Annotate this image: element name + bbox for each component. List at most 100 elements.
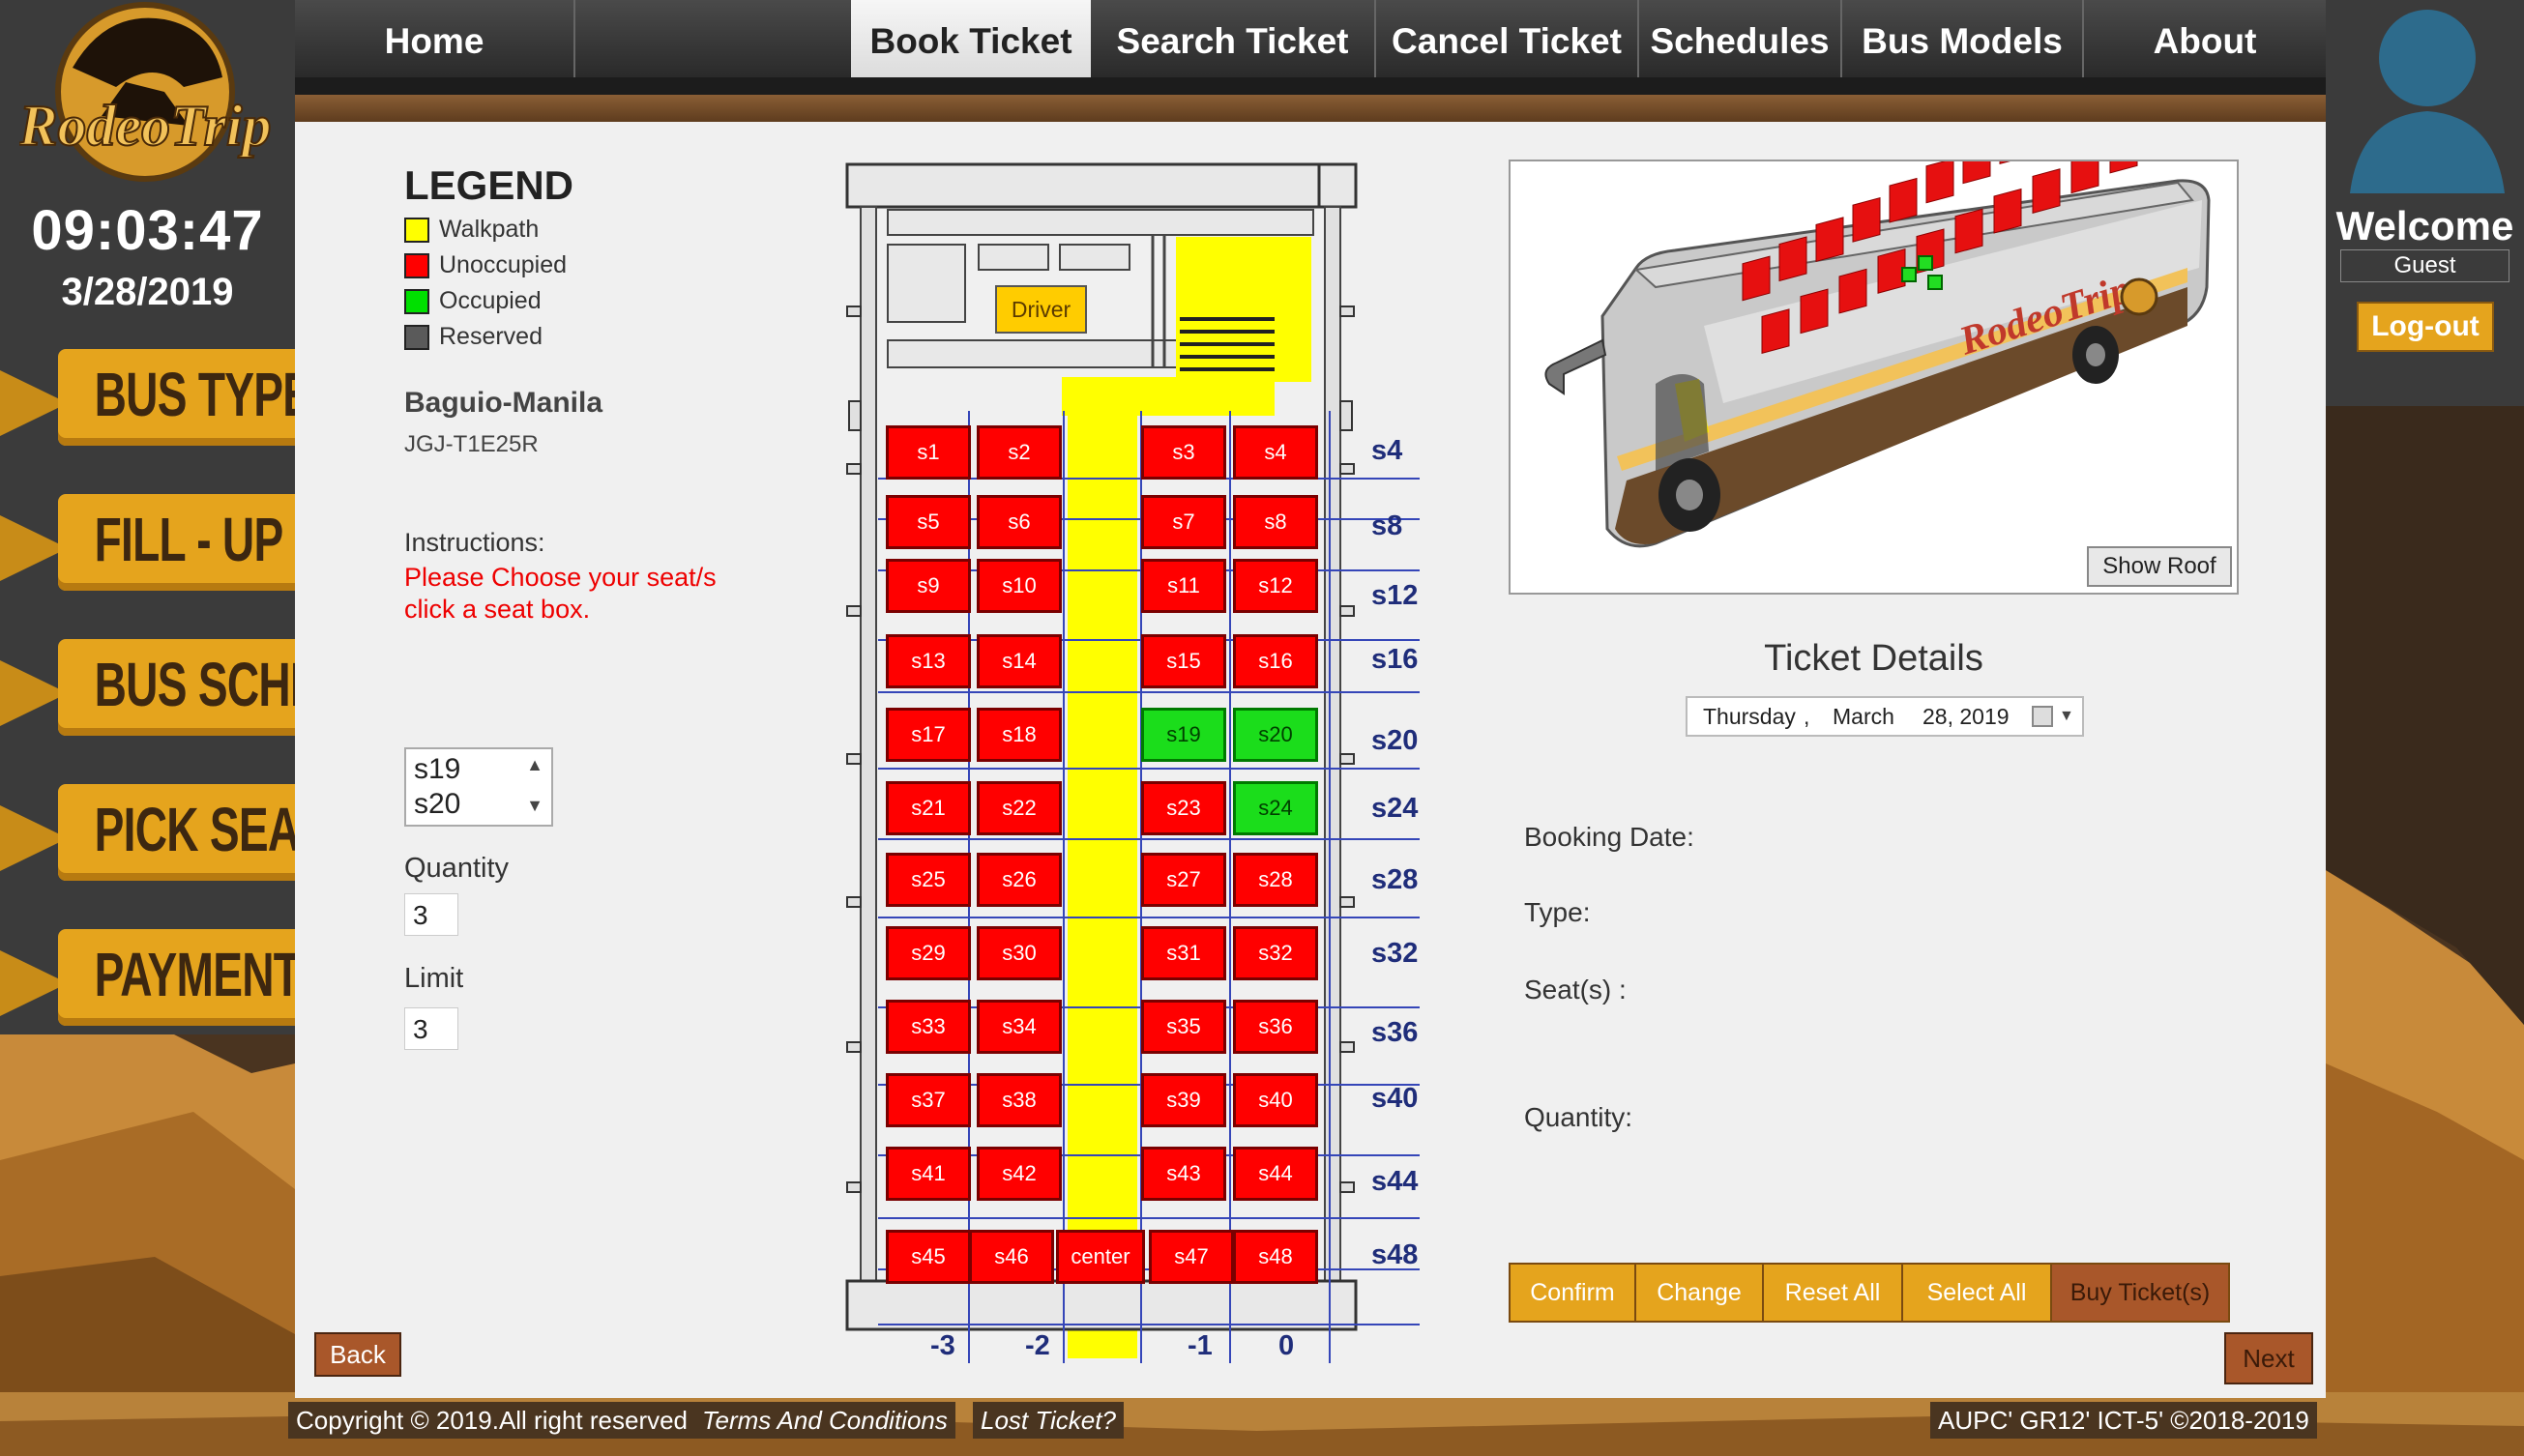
selected-seats-list[interactable]: s19 s20 ▲ ▼ <box>404 747 553 827</box>
select-all-button[interactable]: Select All <box>1901 1263 2052 1323</box>
step-fill-up[interactable]: FILL - UP <box>0 488 295 597</box>
seat-s19[interactable]: s19 <box>1141 708 1226 762</box>
nav-book-ticket[interactable]: Book Ticket <box>851 0 1091 77</box>
driver-seat: Driver <box>995 285 1087 334</box>
seat-s20[interactable]: s20 <box>1233 708 1318 762</box>
seat-s13[interactable]: s13 <box>886 634 971 688</box>
nav-about[interactable]: About <box>2084 0 2326 77</box>
show-roof-button[interactable]: Show Roof <box>2087 546 2232 587</box>
seat-s44[interactable]: s44 <box>1233 1147 1318 1201</box>
date-month[interactable]: March <box>1833 698 1894 735</box>
step-bus-type[interactable]: BUS TYPE <box>0 343 312 451</box>
seat-s26[interactable]: s26 <box>977 853 1062 907</box>
type-label: Type: <box>1524 897 1591 927</box>
seat-s12[interactable]: s12 <box>1233 559 1318 613</box>
date-day-year[interactable]: 28, 2019 <box>1922 698 2010 735</box>
user-avatar-icon <box>2350 10 2505 193</box>
scroll-up-icon[interactable]: ▲ <box>526 755 543 775</box>
list-item[interactable]: s20 <box>414 788 460 821</box>
seat-s14[interactable]: s14 <box>977 634 1062 688</box>
reset-all-button[interactable]: Reset All <box>1762 1263 1903 1323</box>
bus-emblem-icon <box>2120 277 2158 316</box>
step-bus-sched[interactable]: BUS SCHED. <box>0 633 363 742</box>
seat-s35[interactable]: s35 <box>1141 1000 1226 1054</box>
credit-text: AUPC' GR12' ICT-5' ©2018-2019 <box>1930 1402 2317 1439</box>
chevron-down-icon[interactable]: ▼ <box>2059 698 2074 735</box>
quantity-field[interactable]: 3 <box>404 893 458 936</box>
terms-link[interactable]: Terms And Conditions <box>694 1402 955 1439</box>
seat-s29[interactable]: s29 <box>886 926 971 980</box>
seat-s1[interactable]: s1 <box>886 425 971 480</box>
nav-home[interactable]: Home <box>295 0 575 77</box>
seat-s15[interactable]: s15 <box>1141 634 1226 688</box>
seat-s9[interactable]: s9 <box>886 559 971 613</box>
seat-s25[interactable]: s25 <box>886 853 971 907</box>
seat-s8[interactable]: s8 <box>1233 495 1318 549</box>
travel-date-picker[interactable]: Thursday , March 28, 2019 ▼ <box>1686 696 2084 737</box>
seat-s24[interactable]: s24 <box>1233 781 1318 835</box>
date-day[interactable]: Thursday <box>1703 698 1796 735</box>
clock-time: 09:03:47 <box>31 199 264 262</box>
seat-s47[interactable]: s47 <box>1149 1230 1234 1284</box>
lost-ticket-link[interactable]: Lost Ticket? <box>973 1402 1124 1439</box>
seat-s4[interactable]: s4 <box>1233 425 1318 480</box>
next-button[interactable]: Next <box>2224 1332 2313 1384</box>
buy-tickets-button[interactable]: Buy Ticket(s) <box>2050 1263 2230 1323</box>
change-button[interactable]: Change <box>1634 1263 1764 1323</box>
seat-s16[interactable]: s16 <box>1233 634 1318 688</box>
calendar-icon[interactable] <box>2032 706 2053 727</box>
seat-s23[interactable]: s23 <box>1141 781 1226 835</box>
walkpath <box>1068 411 1137 1358</box>
seat-s36[interactable]: s36 <box>1233 1000 1318 1054</box>
nav-cancel-ticket[interactable]: Cancel Ticket <box>1376 0 1639 77</box>
legend-title: LEGEND <box>404 162 574 208</box>
seats-label: Seat(s) : <box>1524 975 1627 1005</box>
seat-s3[interactable]: s3 <box>1141 425 1226 480</box>
seat-s37[interactable]: s37 <box>886 1073 971 1127</box>
seat-s22[interactable]: s22 <box>977 781 1062 835</box>
seat-s42[interactable]: s42 <box>977 1147 1062 1201</box>
seat-s38[interactable]: s38 <box>977 1073 1062 1127</box>
seat-s6[interactable]: s6 <box>977 495 1062 549</box>
seat-s21[interactable]: s21 <box>886 781 971 835</box>
back-button[interactable]: Back <box>314 1332 401 1377</box>
step-pick-seats[interactable]: PICK SEATS <box>0 778 352 887</box>
seat-s32[interactable]: s32 <box>1233 926 1318 980</box>
seat-s48[interactable]: s48 <box>1233 1230 1318 1284</box>
seat-s30[interactable]: s30 <box>977 926 1062 980</box>
seat-s43[interactable]: s43 <box>1141 1147 1226 1201</box>
seat-s7[interactable]: s7 <box>1141 495 1226 549</box>
scroll-down-icon[interactable]: ▼ <box>526 796 543 816</box>
list-item[interactable]: s19 <box>414 753 460 786</box>
seat-s46[interactable]: s46 <box>969 1230 1054 1284</box>
seat-s27[interactable]: s27 <box>1141 853 1226 907</box>
seat-s40[interactable]: s40 <box>1233 1073 1318 1127</box>
logout-button[interactable]: Log-out <box>2357 302 2494 352</box>
row-label: s20 <box>1371 725 1419 756</box>
seat-s33[interactable]: s33 <box>886 1000 971 1054</box>
nav-bus-models[interactable]: Bus Models <box>1842 0 2084 77</box>
limit-field[interactable]: 3 <box>404 1007 458 1050</box>
top-navigation: Home Book Ticket Search Ticket Cancel Ti… <box>295 0 2326 77</box>
seat-s2[interactable]: s2 <box>977 425 1062 480</box>
seat-s5[interactable]: s5 <box>886 495 971 549</box>
row-label: s4 <box>1371 435 1403 466</box>
seat-s28[interactable]: s28 <box>1233 853 1318 907</box>
seat-s45[interactable]: s45 <box>886 1230 971 1284</box>
ticket-details-title: Ticket Details <box>1764 638 1983 679</box>
confirm-button[interactable]: Confirm <box>1509 1263 1636 1323</box>
nav-search-ticket[interactable]: Search Ticket <box>1091 0 1376 77</box>
nav-schedules[interactable]: Schedules <box>1639 0 1842 77</box>
seat-s18[interactable]: s18 <box>977 708 1062 762</box>
seat-center[interactable]: center <box>1056 1230 1145 1284</box>
seat-s17[interactable]: s17 <box>886 708 971 762</box>
seat-s31[interactable]: s31 <box>1141 926 1226 980</box>
logo-text: RodeoTrip <box>19 94 271 158</box>
step-payment[interactable]: PAYMENT <box>0 923 301 1032</box>
seat-s39[interactable]: s39 <box>1141 1073 1226 1127</box>
seat-s41[interactable]: s41 <box>886 1147 971 1201</box>
seat-s11[interactable]: s11 <box>1141 559 1226 613</box>
seat-s34[interactable]: s34 <box>977 1000 1062 1054</box>
clock-date: 3/28/2019 <box>61 271 234 313</box>
seat-s10[interactable]: s10 <box>977 559 1062 613</box>
